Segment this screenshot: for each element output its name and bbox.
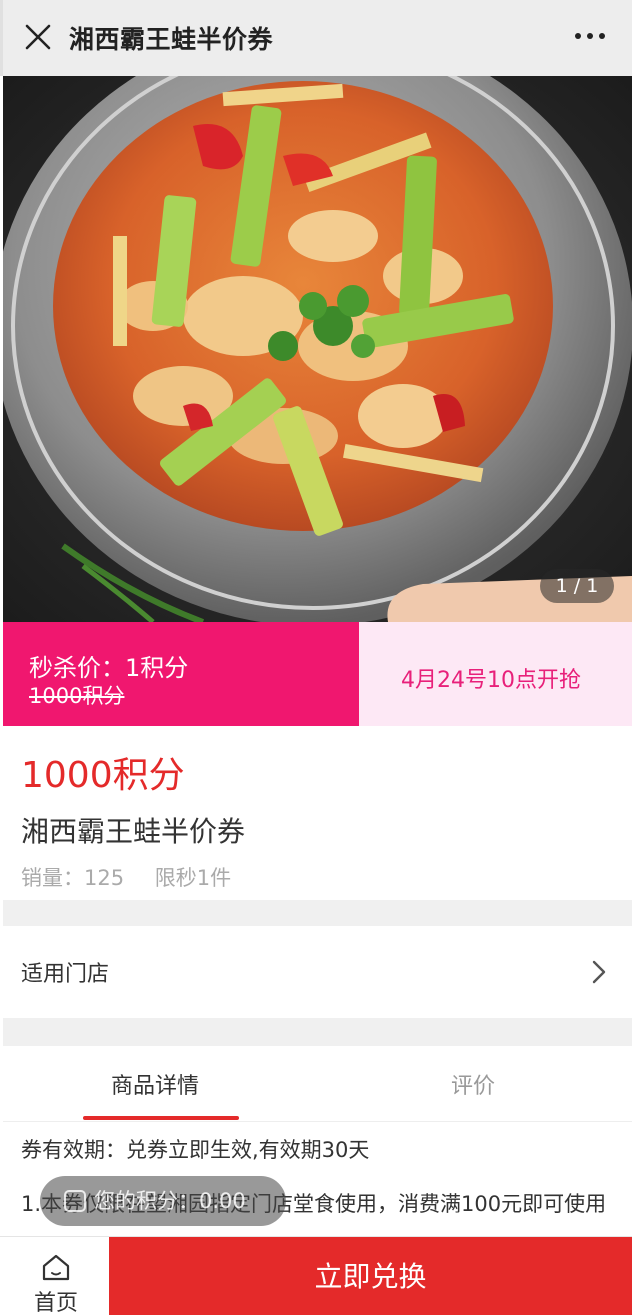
flash-sale-price: 秒杀价：1积分: [29, 654, 189, 682]
product-photo: [3, 76, 632, 622]
image-pager: 1 / 1: [540, 569, 614, 603]
page-title: 湘西霸王蛙半价券: [69, 25, 274, 54]
close-icon[interactable]: [23, 22, 53, 52]
chevron-right-icon: [592, 960, 606, 984]
voucher-validity: 券有效期：兑券立即生效,有效期30天: [21, 1138, 370, 1162]
original-price: 1000积分: [29, 684, 125, 708]
home-label: 首页: [33, 1291, 78, 1315]
product-info: 1000积分 湘西霸王蛙半价券 销量：125 限秒1件: [3, 726, 632, 900]
bottom-action-bar: 首页 立即兑换: [0, 1236, 632, 1315]
home-icon: [42, 1254, 70, 1281]
points-icon: [64, 1190, 86, 1212]
section-divider: [3, 1018, 632, 1046]
product-image-banner[interactable]: 1 / 1: [3, 76, 632, 622]
exchange-now-button[interactable]: 立即兑换: [109, 1237, 632, 1315]
flash-sale-start-panel: 4月24号10点开抢: [359, 622, 632, 726]
section-divider: [3, 900, 632, 926]
flash-sale-start-time: 4月24号10点开抢: [401, 668, 581, 693]
purchase-limit: 限秒1件: [154, 866, 232, 890]
home-button[interactable]: 首页: [3, 1237, 109, 1315]
applicable-stores-row[interactable]: 适用门店: [3, 926, 632, 1018]
more-dots-icon[interactable]: [572, 26, 608, 46]
flash-sale-bar: 秒杀价：1积分 1000积分 4月24号10点开抢: [3, 622, 632, 726]
sales-count: 销量：125: [21, 866, 125, 890]
product-name: 湘西霸王蛙半价券: [21, 815, 246, 848]
product-meta: 销量：125 限秒1件: [21, 862, 255, 892]
points-balance-toast: 您的积分：0.00: [40, 1176, 286, 1226]
detail-tabs: 商品详情 评价: [3, 1046, 632, 1122]
top-bar: 湘西霸王蛙半价券: [0, 0, 632, 76]
active-tab-indicator: [83, 1116, 239, 1120]
product-points-price: 1000积分: [21, 755, 185, 796]
points-balance-text: 您的积分：0.00: [94, 1189, 246, 1213]
tab-product-details[interactable]: 商品详情: [111, 1068, 199, 1100]
applicable-stores-label: 适用门店: [21, 962, 110, 987]
flash-sale-price-panel: 秒杀价：1积分 1000积分: [3, 622, 359, 726]
tab-reviews[interactable]: 评价: [451, 1068, 495, 1100]
